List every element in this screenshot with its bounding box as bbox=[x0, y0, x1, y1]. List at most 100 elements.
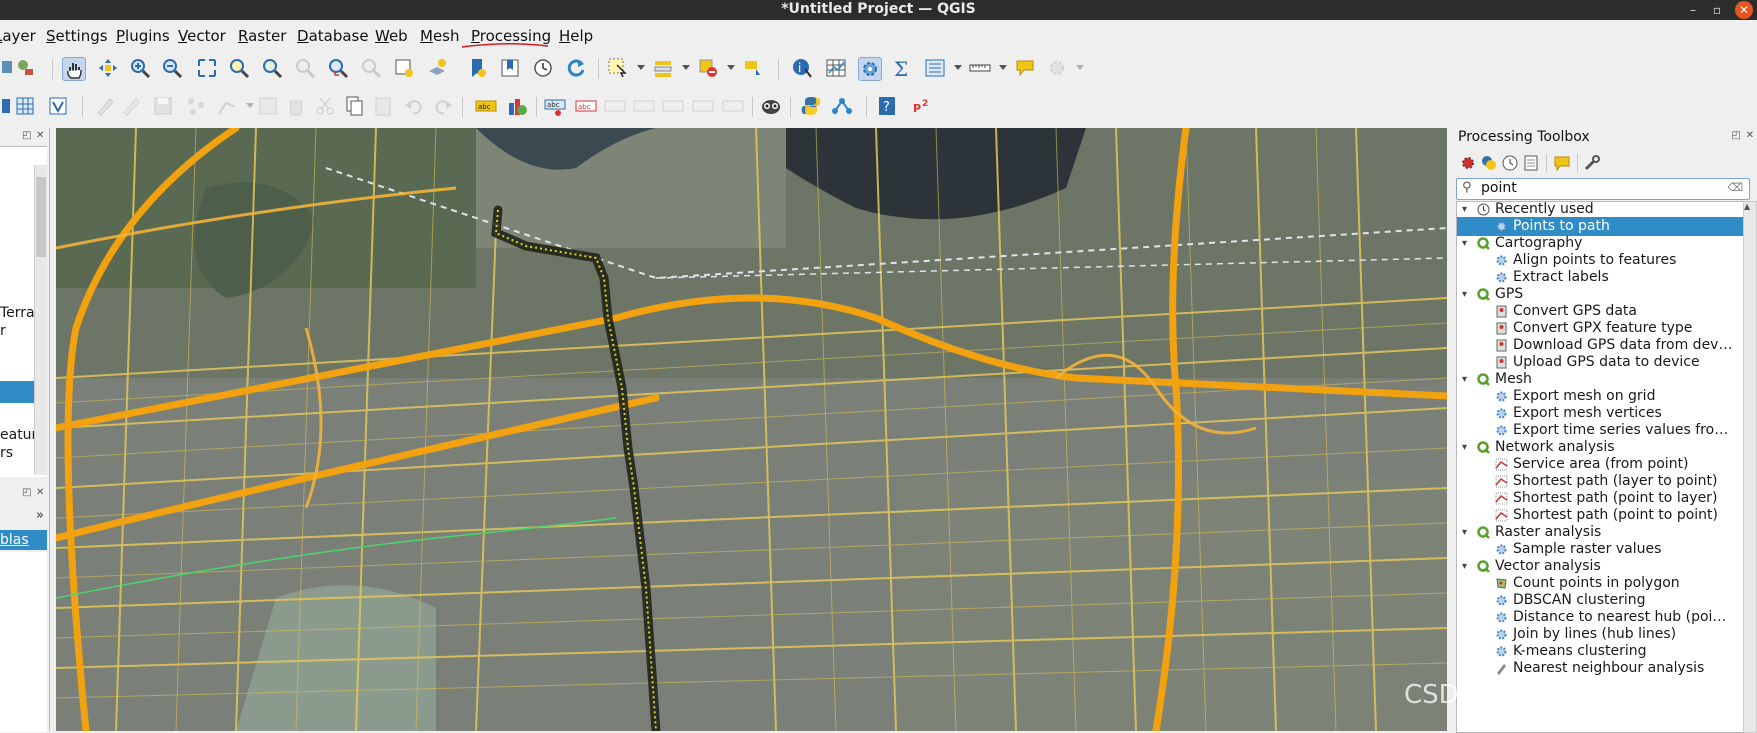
select-by-location-icon[interactable] bbox=[742, 57, 764, 79]
attribute-table-icon[interactable] bbox=[825, 57, 847, 79]
show-hide-labels-icon[interactable]: abc bbox=[575, 95, 597, 117]
identify-icon[interactable]: i bbox=[791, 57, 813, 79]
svg-text:2: 2 bbox=[922, 99, 928, 109]
change-label-icon bbox=[662, 100, 684, 112]
pan-to-selection-icon[interactable] bbox=[97, 57, 119, 79]
maximize-icon[interactable]: ▫ bbox=[1709, 2, 1725, 18]
new-grid-icon[interactable] bbox=[14, 95, 36, 117]
panel-float-icon[interactable]: ◰ bbox=[1732, 130, 1741, 141]
layers-scrollbar[interactable] bbox=[34, 165, 47, 475]
panel-close-icon[interactable]: ✕ bbox=[36, 487, 44, 498]
qgis-icon bbox=[1477, 288, 1490, 301]
svg-text:abc: abc bbox=[578, 103, 591, 111]
zoom-to-layer-icon[interactable] bbox=[261, 57, 283, 79]
qgis-icon bbox=[1477, 373, 1490, 386]
new-map-view-icon[interactable] bbox=[393, 57, 415, 79]
menu-plugins[interactable]: Plugins bbox=[116, 27, 170, 45]
close-icon[interactable]: ✕ bbox=[1735, 1, 1753, 19]
layer-label-partial: Terrai bbox=[0, 305, 39, 321]
menu-database[interactable]: Database bbox=[297, 27, 369, 45]
results-viewer-icon[interactable] bbox=[1522, 154, 1540, 172]
window-titlebar: *Untitled Project — QGIS – ▫ ✕ bbox=[0, 0, 1757, 20]
svg-text:i: i bbox=[798, 61, 801, 75]
pin-labels-icon[interactable]: abc bbox=[544, 95, 566, 117]
processing-toolbox-icon[interactable] bbox=[858, 57, 882, 81]
new-3d-view-icon[interactable] bbox=[426, 57, 448, 79]
refresh-icon[interactable] bbox=[565, 57, 587, 79]
new-bookmark-icon[interactable] bbox=[467, 57, 489, 79]
copy-features-icon[interactable] bbox=[343, 95, 365, 117]
svg-text:Σ: Σ bbox=[894, 57, 908, 79]
layers-tree[interactable]: Terrai r eature rs bbox=[0, 146, 47, 477]
watermark: CSDN @Xixiaoyu1983 bbox=[1404, 680, 1690, 710]
label-properties-icon bbox=[692, 100, 714, 112]
panel-close-icon[interactable]: ✕ bbox=[1746, 130, 1754, 141]
gear-icon bbox=[1496, 595, 1507, 606]
zoom-in-icon[interactable] bbox=[129, 57, 151, 79]
plugin-p2-icon[interactable]: P2 bbox=[911, 95, 933, 117]
gps-icon bbox=[1496, 356, 1507, 369]
options-icon[interactable] bbox=[1583, 154, 1601, 172]
menu-layer[interactable]: Layer bbox=[0, 27, 36, 45]
zoom-out-icon[interactable] bbox=[161, 57, 183, 79]
toggle-editing-icon bbox=[97, 98, 114, 116]
tree-algorithm[interactable]: Nearest neighbour analysis bbox=[1457, 659, 1743, 678]
qgis-icon bbox=[1477, 526, 1490, 539]
scripts-icon[interactable] bbox=[1480, 154, 1498, 172]
edit-features-in-place-icon[interactable] bbox=[1553, 154, 1571, 172]
menu-settings[interactable]: Settings bbox=[46, 27, 108, 45]
gear-icon bbox=[1496, 629, 1507, 640]
deselect-features-icon[interactable] bbox=[697, 57, 719, 79]
show-bookmarks-icon[interactable] bbox=[499, 57, 521, 79]
svg-text:abc: abc bbox=[547, 101, 560, 109]
models-icon[interactable] bbox=[1459, 154, 1477, 172]
collapse-icon[interactable]: » bbox=[36, 508, 44, 523]
gear-icon bbox=[1496, 544, 1507, 555]
clear-search-icon[interactable]: ⌫ bbox=[1727, 181, 1743, 194]
add-feature-icon bbox=[188, 98, 204, 115]
map-canvas[interactable] bbox=[56, 128, 1447, 731]
selected-layer-row[interactable] bbox=[0, 381, 34, 403]
tree-item-label: Nearest neighbour analysis bbox=[1513, 660, 1705, 676]
layer-labeling-icon[interactable]: abc bbox=[475, 95, 497, 117]
paste-features-icon bbox=[375, 97, 391, 116]
zoom-to-selection-icon[interactable] bbox=[228, 57, 250, 79]
style-manager-icon[interactable] bbox=[15, 57, 37, 79]
minimize-icon[interactable]: – bbox=[1685, 2, 1701, 18]
temporal-controller-icon[interactable] bbox=[532, 57, 554, 79]
menu-vector[interactable]: Vector bbox=[178, 27, 226, 45]
select-features-icon[interactable] bbox=[607, 57, 629, 79]
select-by-value-icon[interactable] bbox=[652, 57, 674, 79]
open-field-calculator-icon[interactable] bbox=[924, 57, 946, 79]
menu-mesh[interactable]: Mesh bbox=[420, 27, 460, 45]
help-contents-icon[interactable]: ? bbox=[876, 95, 898, 117]
measure-line-icon[interactable] bbox=[969, 57, 991, 79]
panel-close-icon[interactable]: ✕ bbox=[36, 130, 44, 141]
algorithm-tree[interactable]: ▾ Recently used Points to path ▾ Cartography… bbox=[1456, 201, 1744, 733]
pan-tool-icon[interactable] bbox=[62, 57, 86, 81]
layer-diagram-icon[interactable] bbox=[506, 95, 528, 117]
animal-plugin-icon[interactable] bbox=[760, 95, 782, 117]
zoom-full-icon[interactable] bbox=[196, 57, 218, 79]
browser-item-selected[interactable]: blas bbox=[0, 530, 47, 550]
statistical-summary-icon[interactable]: Σ bbox=[891, 57, 913, 79]
panel-float-icon[interactable]: ◰ bbox=[22, 487, 31, 498]
python-console-icon[interactable] bbox=[800, 95, 822, 117]
count-icon bbox=[1496, 578, 1507, 589]
new-virtual-layer-icon[interactable] bbox=[47, 95, 69, 117]
gps-icon bbox=[1496, 339, 1507, 352]
panel-float-icon[interactable]: ◰ bbox=[22, 130, 31, 141]
menu-label: Help bbox=[559, 27, 594, 45]
menu-raster[interactable]: Raster bbox=[238, 27, 286, 45]
history-icon[interactable] bbox=[1501, 154, 1519, 172]
menu-help[interactable]: Help bbox=[559, 27, 593, 45]
tree-scrollbar[interactable]: ▲ bbox=[1743, 201, 1757, 733]
window-title: *Untitled Project — QGIS bbox=[781, 1, 976, 17]
map-tips-icon[interactable] bbox=[1014, 57, 1036, 79]
vertex-tool-icon bbox=[218, 101, 236, 115]
model-designer-icon[interactable] bbox=[831, 95, 853, 117]
zoom-last-icon[interactable] bbox=[327, 57, 349, 79]
search-input[interactable]: ⚲ point ⌫ bbox=[1456, 178, 1750, 200]
browser-tree[interactable] bbox=[0, 552, 47, 732]
menu-web[interactable]: Web bbox=[375, 27, 408, 45]
